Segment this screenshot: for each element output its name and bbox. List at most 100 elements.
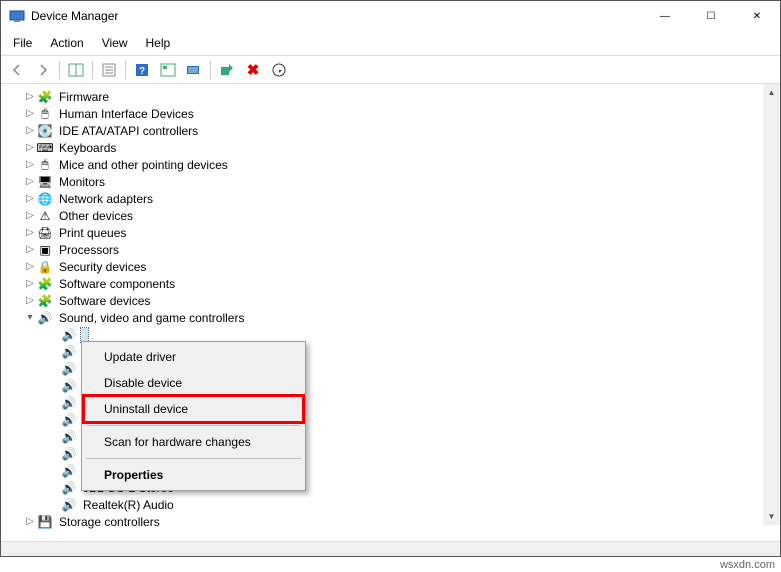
scroll-down-icon[interactable]: ▼ xyxy=(763,508,780,525)
expander-icon[interactable]: ▷ xyxy=(23,227,37,238)
category-icon: 🖥 xyxy=(37,174,53,190)
expander-icon[interactable]: ▷ xyxy=(23,108,37,119)
device-manager-window: Device Manager — ☐ ✕ File Action View He… xyxy=(0,0,781,557)
category-node[interactable]: ▷🔒 Security devices xyxy=(1,258,780,275)
category-node[interactable]: ▷🖱 Mice and other pointing devices xyxy=(1,156,780,173)
menubar: File Action View Help xyxy=(1,31,780,56)
toolbar-separator xyxy=(210,61,211,79)
category-node[interactable]: ▷⚠Other devices xyxy=(1,207,780,224)
category-label: IDE ATA/ATAPI controllers xyxy=(57,124,200,138)
forward-button[interactable] xyxy=(31,59,55,81)
category-label: Sound, video and game controllers xyxy=(57,311,246,325)
expander-icon[interactable]: ▷ xyxy=(23,91,37,102)
category-node[interactable]: ▷🖱Human Interface Devices xyxy=(1,105,780,122)
device-label: Realtek(R) Audio xyxy=(81,498,176,512)
back-button[interactable] xyxy=(5,59,29,81)
category-icon: ⌨ xyxy=(37,140,53,156)
device-icon: 🔊 xyxy=(61,378,77,394)
menu-separator xyxy=(86,458,301,459)
device-icon: 🔊 xyxy=(61,395,77,411)
update-driver-button[interactable] xyxy=(267,59,291,81)
expander-icon[interactable]: ▷ xyxy=(23,142,37,153)
category-node[interactable]: ▷🖥 Monitors xyxy=(1,173,780,190)
minimize-button[interactable]: — xyxy=(642,1,688,31)
toolbar-separator xyxy=(92,61,93,79)
category-label: Processors xyxy=(57,243,121,257)
maximize-button[interactable]: ☐ xyxy=(688,1,734,31)
expander-icon[interactable]: ▷ xyxy=(23,261,37,272)
menu-action[interactable]: Action xyxy=(42,33,91,53)
menu-file[interactable]: File xyxy=(5,33,40,53)
window-buttons: — ☐ ✕ xyxy=(642,1,780,31)
device-node[interactable]: 🔊 Realtek(R) Audio xyxy=(1,496,780,513)
watermark: wsxdn.com xyxy=(720,559,775,571)
expander-icon[interactable]: ▷ xyxy=(23,159,37,170)
device-icon: 🔊 xyxy=(61,480,77,496)
titlebar: Device Manager — ☐ ✕ xyxy=(1,1,780,31)
menu-separator xyxy=(86,425,301,426)
category-label: Mice and other pointing devices xyxy=(57,158,230,172)
category-node[interactable]: ▷🧩 Software devices xyxy=(1,292,780,309)
context-menu-item[interactable]: Properties xyxy=(84,462,303,488)
add-legacy-button[interactable] xyxy=(182,59,206,81)
category-label: Network adapters xyxy=(57,192,155,206)
category-icon: 🖱 xyxy=(37,157,53,173)
device-icon: 🔊 xyxy=(61,412,77,428)
category-node[interactable]: ▷🌐 Network adapters xyxy=(1,190,780,207)
category-label: Keyboards xyxy=(57,141,118,155)
device-icon: 🔊 xyxy=(61,429,77,445)
expander-icon[interactable]: ▷ xyxy=(23,210,37,221)
device-icon: 🔊 xyxy=(61,497,77,513)
scroll-up-icon[interactable]: ▲ xyxy=(763,84,780,101)
context-menu-item[interactable]: Disable device xyxy=(84,370,303,396)
toolbar-separator xyxy=(59,61,60,79)
category-node[interactable]: ▷💽 IDE ATA/ATAPI controllers xyxy=(1,122,780,139)
toolbar-separator xyxy=(125,61,126,79)
menu-help[interactable]: Help xyxy=(138,33,179,53)
category-label: Firmware xyxy=(57,90,111,104)
show-hide-console-button[interactable] xyxy=(64,59,88,81)
category-node[interactable]: ▷▣ Processors xyxy=(1,241,780,258)
category-label: Software devices xyxy=(57,294,152,308)
device-icon: 🔊 xyxy=(61,327,77,343)
expander-icon[interactable]: ▷ xyxy=(23,516,37,527)
expander-icon[interactable]: ▷ xyxy=(23,176,37,187)
app-icon xyxy=(9,8,25,24)
category-node[interactable]: ▷🖨Print queues xyxy=(1,224,780,241)
category-label: Security devices xyxy=(57,260,148,274)
close-button[interactable]: ✕ xyxy=(734,1,780,31)
category-node[interactable]: ▷⌨ Keyboards xyxy=(1,139,780,156)
category-icon: 🧩 xyxy=(37,293,53,309)
category-icon: ▣ xyxy=(37,242,53,258)
scroll-thumb[interactable] xyxy=(763,101,780,508)
category-node[interactable]: ▷💾Storage controllers xyxy=(1,513,780,530)
context-menu-item[interactable]: Scan for hardware changes xyxy=(84,429,303,455)
category-icon: 💾 xyxy=(37,514,53,530)
context-menu: Update driverDisable deviceUninstall dev… xyxy=(81,341,306,491)
expander-icon[interactable]: ▷ xyxy=(23,244,37,255)
category-node[interactable]: ▾🔊Sound, video and game controllers xyxy=(1,309,780,326)
category-node[interactable]: ▷🧩Firmware xyxy=(1,88,780,105)
help-button[interactable]: ? xyxy=(130,59,154,81)
category-icon: 💽 xyxy=(37,123,53,139)
expander-icon[interactable]: ▷ xyxy=(23,295,37,306)
category-label: Print queues xyxy=(57,226,128,240)
expander-icon[interactable]: ▷ xyxy=(23,278,37,289)
expander-icon[interactable]: ▷ xyxy=(23,193,37,204)
context-menu-item[interactable]: Uninstall device xyxy=(84,396,303,422)
category-icon: 🌐 xyxy=(37,191,53,207)
category-label: Monitors xyxy=(57,175,107,189)
window-title: Device Manager xyxy=(31,9,642,23)
properties-button[interactable] xyxy=(97,59,121,81)
uninstall-device-button[interactable]: ✖ xyxy=(241,59,265,81)
scan-hardware-button[interactable] xyxy=(156,59,180,81)
context-menu-item[interactable]: Update driver xyxy=(84,344,303,370)
expander-icon[interactable]: ▷ xyxy=(23,125,37,136)
scrollbar-vertical[interactable]: ▲ ▼ xyxy=(763,84,780,525)
category-icon: 🔒 xyxy=(37,259,53,275)
menu-view[interactable]: View xyxy=(94,33,136,53)
category-node[interactable]: ▷🧩Software components xyxy=(1,275,780,292)
enable-device-button[interactable] xyxy=(215,59,239,81)
expander-icon[interactable]: ▾ xyxy=(23,312,37,323)
statusbar xyxy=(1,541,780,556)
